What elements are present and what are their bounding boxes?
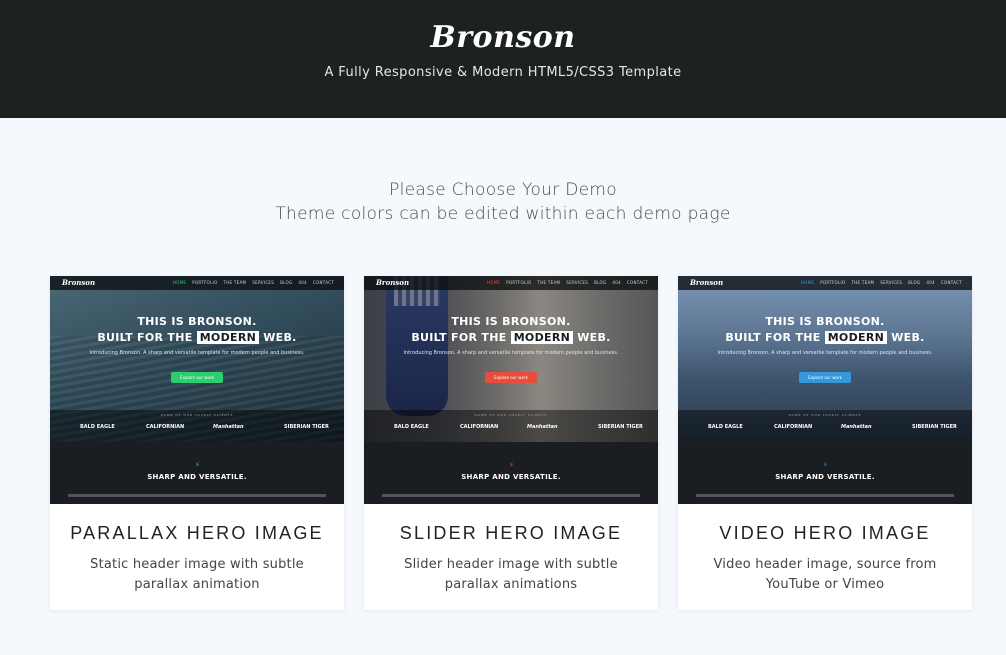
preview-hero-title: THIS IS BRONSON. bbox=[451, 315, 571, 328]
bolt-icon: ⚡ bbox=[509, 461, 514, 469]
preview-section-title: SHARP AND VERSATILE. bbox=[775, 473, 875, 481]
preview-nav-item: 404 bbox=[298, 280, 307, 285]
preview-hero-subtitle: Introducing Bronson. A sharp and versati… bbox=[89, 350, 305, 356]
preview-nav-item: PORTFOLIO bbox=[506, 280, 532, 285]
intro: Please Choose Your Demo Theme colors can… bbox=[0, 178, 1006, 226]
preview-section-title: SHARP AND VERSATILE. bbox=[461, 473, 561, 481]
preview-nav-item: THE TEAM bbox=[851, 280, 875, 285]
preview-nav-item: CONTACT bbox=[626, 280, 648, 285]
preview-hero-title-2: BUILT FOR THE MODERN WEB. bbox=[411, 331, 611, 344]
demo-thumbnail[interactable]: Bronson HOME PORTFOLIO THE TEAM SERVICES BLO… bbox=[678, 276, 972, 504]
preview-nav-item: HOME bbox=[486, 280, 501, 285]
preview-text-line bbox=[382, 494, 640, 497]
preview-nav-item: 404 bbox=[612, 280, 621, 285]
preview-nav-links: HOME PORTFOLIO THE TEAM SERVICES BLOG 404 CONT… bbox=[481, 280, 648, 285]
preview-nav-item: BLOG bbox=[908, 280, 921, 285]
intro-subheading: Theme colors can be edited within each d… bbox=[275, 204, 731, 224]
preview-text-line bbox=[68, 494, 326, 497]
client-logo: SIBERIAN TIGER bbox=[284, 424, 329, 430]
demo-card-title[interactable]: VIDEO HERO IMAGE bbox=[678, 523, 972, 544]
demo-cards: Bronson HOME PORTFOLIO THE TEAM SERVICES BLO… bbox=[50, 276, 972, 610]
demo-card-title[interactable]: SLIDER HERO IMAGE bbox=[364, 523, 658, 544]
preview-hero-title-2: BUILT FOR THE MODERN WEB. bbox=[97, 331, 297, 344]
preview-nav-item: THE TEAM bbox=[223, 280, 247, 285]
client-logo: CALIFORNIAN bbox=[146, 424, 185, 430]
client-logo: Manhattan bbox=[213, 424, 244, 430]
preview-hero-subtitle: Introducing Bronson. A sharp and versati… bbox=[403, 350, 619, 356]
preview-hero-title: THIS IS BRONSON. bbox=[765, 315, 885, 328]
tagline: A Fully Responsive & Modern HTML5/CSS3 T… bbox=[324, 65, 682, 80]
bolt-icon: ⚡ bbox=[195, 461, 200, 469]
demo-card-description: Video header image, source from YouTube … bbox=[713, 557, 937, 592]
demo-thumbnail[interactable]: Bronson HOME PORTFOLIO THE TEAM SERVICES BLO… bbox=[50, 276, 344, 504]
preview-nav: Bronson HOME PORTFOLIO THE TEAM SERVICES BLO… bbox=[364, 276, 658, 290]
preview-nav-item: BLOG bbox=[594, 280, 607, 285]
preview-text-line bbox=[696, 494, 954, 497]
brand-logo[interactable]: Bronson bbox=[0, 0, 1006, 55]
preview-nav-item: SERVICES bbox=[252, 280, 275, 285]
preview-nav-item: SERVICES bbox=[566, 280, 589, 285]
preview-clients: SOME OF OUR LOVELY CLIENTS BALD EAGLE CA… bbox=[364, 410, 658, 442]
preview-section-title: SHARP AND VERSATILE. bbox=[147, 473, 247, 481]
client-logo: CALIFORNIAN bbox=[460, 424, 499, 430]
preview-nav-item: HOME bbox=[172, 280, 187, 285]
client-logo: BALD EAGLE bbox=[394, 424, 429, 430]
preview-brand: Bronson bbox=[690, 278, 724, 287]
preview-clients: SOME OF OUR LOVELY CLIENTS BALD EAGLE CA… bbox=[50, 410, 344, 442]
preview-nav-links: HOME PORTFOLIO THE TEAM SERVICES BLOG 404 CONT… bbox=[167, 280, 334, 285]
preview-nav-item: BLOG bbox=[280, 280, 293, 285]
demo-card-video[interactable]: Bronson HOME PORTFOLIO THE TEAM SERVICES BLO… bbox=[678, 276, 972, 610]
preview-hero-button: Explore our work bbox=[799, 372, 851, 383]
preview-nav-item: CONTACT bbox=[940, 280, 962, 285]
demo-card-parallax[interactable]: Bronson HOME PORTFOLIO THE TEAM SERVICES BLO… bbox=[50, 276, 344, 610]
preview-nav-item: SERVICES bbox=[880, 280, 903, 285]
preview-hero-title-2: BUILT FOR THE MODERN WEB. bbox=[725, 331, 925, 344]
client-logo: CALIFORNIAN bbox=[774, 424, 813, 430]
preview-brand: Bronson bbox=[376, 278, 410, 287]
client-logo: BALD EAGLE bbox=[708, 424, 743, 430]
client-logo: Manhattan bbox=[527, 424, 558, 430]
site-header: Bronson A Fully Responsive & Modern HTML… bbox=[0, 0, 1006, 118]
demo-card-description: Slider header image with subtle parallax… bbox=[404, 557, 618, 592]
bolt-icon: ⚡ bbox=[823, 461, 828, 469]
preview-brand: Bronson bbox=[62, 278, 96, 287]
preview-hero-button: Explore our work bbox=[171, 372, 223, 383]
preview-nav: Bronson HOME PORTFOLIO THE TEAM SERVICES BLO… bbox=[678, 276, 972, 290]
demo-card-title[interactable]: PARALLAX HERO IMAGE bbox=[50, 523, 344, 544]
preview-hero-subtitle: Introducing Bronson. A sharp and versati… bbox=[717, 350, 933, 356]
preview-hero-title: THIS IS BRONSON. bbox=[137, 315, 257, 328]
preview-nav-item: CONTACT bbox=[312, 280, 334, 285]
preview-nav-item: THE TEAM bbox=[537, 280, 561, 285]
client-logo: Manhattan bbox=[841, 424, 872, 430]
preview-nav-item: HOME bbox=[800, 280, 815, 285]
client-logo: BALD EAGLE bbox=[80, 424, 115, 430]
preview-hero-button: Explore our work bbox=[485, 372, 537, 383]
demo-card-description: Static header image with subtle parallax… bbox=[90, 557, 304, 592]
preview-nav: Bronson HOME PORTFOLIO THE TEAM SERVICES BLO… bbox=[50, 276, 344, 290]
intro-heading: Please Choose Your Demo bbox=[389, 180, 617, 200]
demo-thumbnail[interactable]: Bronson HOME PORTFOLIO THE TEAM SERVICES BLO… bbox=[364, 276, 658, 504]
preview-nav-item: 404 bbox=[926, 280, 935, 285]
preview-nav-item: PORTFOLIO bbox=[192, 280, 218, 285]
preview-clients: SOME OF OUR LOVELY CLIENTS BALD EAGLE CA… bbox=[678, 410, 972, 442]
client-logo: SIBERIAN TIGER bbox=[912, 424, 957, 430]
preview-nav-item: PORTFOLIO bbox=[820, 280, 846, 285]
demo-card-slider[interactable]: Bronson HOME PORTFOLIO THE TEAM SERVICES BLO… bbox=[364, 276, 658, 610]
client-logo: SIBERIAN TIGER bbox=[598, 424, 643, 430]
preview-nav-links: HOME PORTFOLIO THE TEAM SERVICES BLOG 404 CONT… bbox=[795, 280, 962, 285]
